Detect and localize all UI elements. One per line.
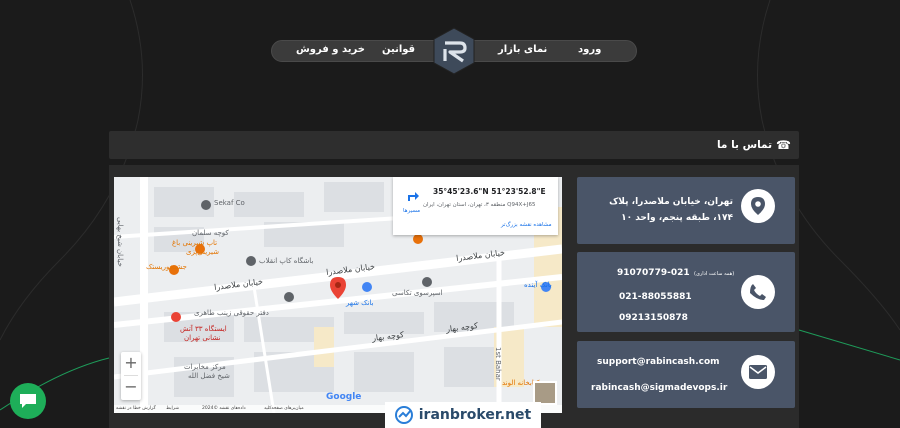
chat-button[interactable]	[10, 383, 46, 419]
location-circle	[741, 189, 775, 223]
nav-login[interactable]: ورود	[578, 44, 601, 55]
map-zoom-controls: + −	[121, 352, 141, 400]
map-view-larger-link[interactable]: مشاهده نقشه بزرگ‌تر	[501, 222, 552, 228]
phone-2[interactable]: 021-88055881	[619, 292, 692, 302]
map-label-shirini: تاپ شیرینی باغ	[172, 239, 218, 247]
phone-card: 91070779-021 (همه ساعت اداری) 021-880558…	[577, 252, 795, 332]
chat-icon	[20, 394, 36, 408]
map-label-shirini-sub: شیرینی‌پزی	[186, 248, 220, 256]
map-info-card: 35°45'23.6"N 51°23'52.8"E Q94X+J65 منطقه…	[393, 177, 558, 235]
address-text: تهران، خیابان ملاصدرا، پلاک ۱۷۴، طبقه پن…	[609, 197, 733, 223]
map-label-salman: کوچه سلمان	[192, 229, 229, 237]
directions-icon[interactable]	[406, 189, 420, 203]
google-logo: Google	[326, 392, 362, 402]
map-label-first-bahar: 1st Bahar	[494, 347, 502, 381]
contact-title-text: تماس با ما	[716, 139, 773, 151]
email-circle	[741, 355, 775, 389]
phone-icon: ☎	[776, 138, 791, 152]
map-label-markaz: مرکز مخابرات	[184, 363, 226, 371]
map-footer-report[interactable]: گزارش خطا در نقشه	[116, 406, 156, 411]
nav-buy-sell[interactable]: خرید و فروش	[296, 44, 365, 55]
map-coordinates: 35°45'23.6"N 51°23'52.8"E	[433, 187, 546, 196]
phone-circle	[741, 275, 775, 309]
nav-market-view[interactable]: نمای بازار	[498, 44, 547, 55]
map-route-link[interactable]: مسیرها	[403, 208, 420, 214]
site-logo[interactable]	[432, 27, 476, 75]
location-pin-icon	[751, 197, 765, 215]
map-label-espresso: اسپرسوی تکاسی	[392, 289, 443, 297]
map-label-bank-shahr: بانک شهر	[346, 299, 374, 307]
iranbroker-text: iranbroker.net	[418, 407, 532, 423]
zoom-in-button[interactable]: +	[121, 352, 141, 374]
map-label-markaz-sub: شیخ فضل الله	[188, 372, 230, 380]
phone-3[interactable]: 09213150878	[619, 313, 688, 323]
iranbroker-logo-icon	[394, 406, 413, 424]
email-card: support@rabincash.com rabincash@sigmadev…	[577, 341, 795, 408]
envelope-icon	[749, 365, 767, 379]
map-label-daftar: دفتر حقوقی زینب طاهری	[194, 309, 269, 317]
address-card: تهران، خیابان ملاصدرا، پلاک ۱۷۴، طبقه پن…	[577, 177, 795, 244]
email-support[interactable]: support@rabincash.com	[597, 357, 720, 367]
map-label-station-sub: نشانی تهران	[184, 334, 221, 342]
map-label-sheikh: خیابان شیخ بهایی	[116, 217, 124, 267]
map-plus-code: Q94X+J65 منطقه ۳، تهران، استان تهران، ای…	[423, 202, 536, 208]
contact-title: ☎ تماس با ما	[717, 138, 791, 152]
nav-rules[interactable]: قوانین	[382, 44, 415, 55]
map-label-bashgah: باشگاه کاپ انقلاب	[259, 257, 314, 265]
phone-hours-note: (همه ساعت اداری)	[694, 271, 735, 277]
map-footer-shortcuts[interactable]: میان‌برهای صفحه‌کلید	[264, 406, 304, 411]
phone-handset-icon	[750, 284, 766, 300]
map-label-bank-ayandeh: بانک آینده	[524, 281, 552, 289]
map-label-kebab: جشنخوریستک	[146, 263, 187, 271]
iranbroker-badge[interactable]: iranbroker.net	[385, 402, 541, 428]
phone-1[interactable]: 91070779-021	[617, 268, 690, 278]
map-footer-terms[interactable]: شرایط	[166, 406, 179, 411]
email-sigma[interactable]: rabincash@sigmadevops.ir	[591, 383, 727, 393]
map-label-sekaf: Sekaf Co	[214, 199, 245, 207]
contact-header-bar: ☎ تماس با ما	[109, 131, 799, 159]
zoom-out-button[interactable]: −	[121, 376, 141, 398]
map-footer-data: داده‌های نقشه ©2024	[202, 406, 246, 411]
map-label-station: ایستگاه ۳۳ آتش	[180, 325, 227, 333]
